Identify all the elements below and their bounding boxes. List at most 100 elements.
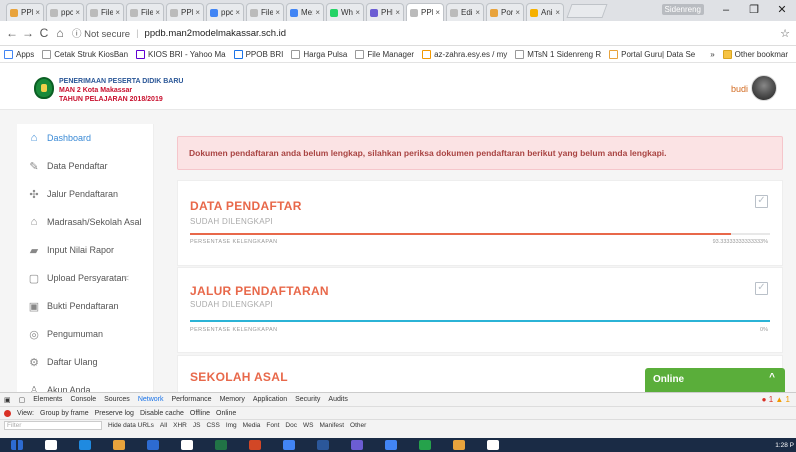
devtools-tab-elements[interactable]: Elements bbox=[33, 396, 62, 403]
network-toolbar-option[interactable]: Disable cache bbox=[140, 410, 184, 417]
taskbar-app-icon[interactable] bbox=[283, 440, 295, 450]
browser-tab[interactable]: PHI × bbox=[366, 3, 404, 21]
browser-tab[interactable]: Por × bbox=[486, 3, 524, 21]
taskbar-app-icon[interactable] bbox=[113, 440, 125, 450]
browser-tab[interactable]: ppc × bbox=[206, 3, 244, 21]
browser-tab[interactable]: File × bbox=[246, 3, 284, 21]
devtools-tab-sources[interactable]: Sources bbox=[104, 396, 130, 403]
browser-tab[interactable]: File × bbox=[86, 3, 124, 21]
taskbar-app-icon[interactable] bbox=[181, 440, 193, 450]
avatar[interactable] bbox=[751, 75, 777, 101]
network-filter-type[interactable]: Manifest bbox=[319, 422, 344, 429]
network-filter-type[interactable]: Other bbox=[350, 422, 366, 429]
browser-tab[interactable]: Edi × bbox=[446, 3, 484, 21]
taskbar-app-icon[interactable] bbox=[317, 440, 329, 450]
taskbar-app-icon[interactable] bbox=[385, 440, 397, 450]
sidebar-item-data-pendaftar[interactable]: ✎ Data Pendaftar bbox=[17, 152, 153, 180]
bookmark-item[interactable]: Apps bbox=[4, 49, 34, 59]
tab-close-icon[interactable]: × bbox=[435, 8, 440, 17]
not-secure-indicator[interactable]: ⓘ Not secure bbox=[72, 26, 130, 40]
bookmark-item[interactable]: MTsN 1 Sidenreng R bbox=[515, 49, 601, 59]
browser-tab[interactable]: PPI × bbox=[6, 3, 44, 21]
network-toolbar-option[interactable]: Group by frame bbox=[40, 410, 89, 417]
browser-tab[interactable]: PPI × bbox=[166, 3, 204, 21]
network-filter-type[interactable]: Font bbox=[266, 422, 279, 429]
taskbar-app-icon[interactable] bbox=[419, 440, 431, 450]
network-toolbar-option[interactable]: Preserve log bbox=[95, 410, 134, 417]
tab-close-icon[interactable]: × bbox=[315, 8, 320, 17]
sidebar-item-bukti-pendaftaran[interactable]: ▣ Bukti Pendaftaran bbox=[17, 292, 153, 320]
bookmark-item[interactable]: az-zahra.esy.es / my bbox=[422, 49, 507, 59]
devtools-tab-application[interactable]: Application bbox=[253, 396, 287, 403]
back-button[interactable]: ← bbox=[4, 26, 20, 40]
network-filter-type[interactable]: Img bbox=[226, 422, 237, 429]
bookmark-item[interactable]: Portal Guru| Data Se bbox=[609, 49, 695, 59]
browser-tab[interactable]: Ani × bbox=[526, 3, 564, 21]
taskbar-app-icon[interactable] bbox=[453, 440, 465, 450]
reload-button[interactable]: C bbox=[36, 26, 52, 40]
devtools-dock-icon[interactable]: ▢ bbox=[19, 396, 26, 404]
bookmark-item[interactable]: PPOB BRI bbox=[233, 49, 283, 59]
bookmark-star-icon[interactable]: ☆ bbox=[774, 27, 796, 40]
minimize-button[interactable]: – bbox=[712, 0, 740, 21]
bookmark-item[interactable]: File Manager bbox=[355, 49, 414, 59]
devtools-dock-icon[interactable]: ▣ bbox=[4, 396, 11, 404]
online-chat-widget[interactable]: Online ^ bbox=[645, 368, 785, 392]
window-user-badge[interactable]: Sidenreng bbox=[661, 4, 704, 15]
network-filter-type[interactable]: Hide data URLs bbox=[108, 422, 154, 429]
bookmarks-more-button[interactable]: » bbox=[710, 50, 714, 59]
chevron-up-icon[interactable]: ^ bbox=[769, 372, 775, 383]
network-filter-type[interactable]: WS bbox=[303, 422, 313, 429]
network-filter-type[interactable]: CSS bbox=[206, 422, 219, 429]
taskbar-app-icon[interactable] bbox=[11, 440, 23, 450]
taskbar-app-icon[interactable] bbox=[45, 440, 57, 450]
network-filter-input[interactable]: Filter bbox=[4, 421, 102, 430]
devtools-issue-counts[interactable]: ● 1 ▲ 1 bbox=[762, 395, 790, 404]
network-filter-type[interactable]: XHR bbox=[173, 422, 187, 429]
devtools-tab-console[interactable]: Console bbox=[70, 396, 96, 403]
network-toolbar-option[interactable]: View: bbox=[17, 410, 34, 417]
devtools-tab-security[interactable]: Security bbox=[295, 396, 320, 403]
bookmark-item[interactable]: Cetak Struk KiosBan bbox=[42, 49, 128, 59]
close-window-button[interactable]: ✕ bbox=[768, 0, 796, 21]
taskbar-app-icon[interactable] bbox=[351, 440, 363, 450]
tab-close-icon[interactable]: × bbox=[355, 8, 360, 17]
tab-close-icon[interactable]: × bbox=[35, 8, 40, 17]
browser-tab[interactable]: Me: × bbox=[286, 3, 324, 21]
url-field[interactable]: ⓘ Not secure | ppdb.man2modelmakassar.sc… bbox=[72, 24, 774, 42]
bookmark-item[interactable]: KIOS BRI - Yahoo Ma bbox=[136, 49, 226, 59]
devtools-tab-network[interactable]: Network bbox=[138, 396, 164, 403]
sidebar-item-jalur-pendaftaran[interactable]: ✣ Jalur Pendaftaran bbox=[17, 180, 153, 208]
tab-close-icon[interactable]: × bbox=[475, 8, 480, 17]
network-toolbar-option[interactable]: Offline bbox=[190, 410, 210, 417]
tab-close-icon[interactable]: × bbox=[235, 8, 240, 17]
devtools-tab-audits[interactable]: Audits bbox=[328, 396, 347, 403]
tab-close-icon[interactable]: × bbox=[75, 8, 80, 17]
tab-close-icon[interactable]: × bbox=[555, 8, 560, 17]
bookmark-item[interactable]: Harga Pulsa bbox=[291, 49, 347, 59]
tab-close-icon[interactable]: × bbox=[275, 8, 280, 17]
network-filter-type[interactable]: Doc bbox=[285, 422, 297, 429]
site-brand[interactable]: PENERIMAAN PESERTA DIDIK BARU MAN 2 Kota… bbox=[59, 77, 183, 104]
sidebar-item-madrasah-sekolah-asal[interactable]: ⌂ Madrasah/Sekolah Asal bbox=[17, 208, 153, 236]
sidebar-item-daftar-ulang[interactable]: ⚙ Daftar Ulang bbox=[17, 348, 153, 376]
taskbar-app-icon[interactable] bbox=[249, 440, 261, 450]
tab-close-icon[interactable]: × bbox=[115, 8, 120, 17]
username-label[interactable]: budi bbox=[731, 84, 748, 94]
forward-button[interactable]: → bbox=[20, 26, 36, 40]
home-button[interactable]: ⌂ bbox=[52, 26, 68, 40]
browser-tab[interactable]: PPI × bbox=[406, 3, 444, 21]
tab-close-icon[interactable]: × bbox=[155, 8, 160, 17]
new-tab-button[interactable] bbox=[566, 3, 608, 18]
tab-close-icon[interactable]: × bbox=[395, 8, 400, 17]
taskbar-app-icon[interactable] bbox=[487, 440, 499, 450]
devtools-tab-memory[interactable]: Memory bbox=[220, 396, 245, 403]
network-filter-type[interactable]: All bbox=[160, 422, 167, 429]
taskbar-app-icon[interactable] bbox=[215, 440, 227, 450]
network-toolbar-option[interactable]: Online bbox=[216, 410, 236, 417]
sidebar-item-dashboard[interactable]: ⌂ Dashboard bbox=[17, 124, 153, 152]
network-filter-type[interactable]: Media bbox=[243, 422, 261, 429]
taskbar-app-icon[interactable] bbox=[79, 440, 91, 450]
taskbar-app-icon[interactable] bbox=[147, 440, 159, 450]
maximize-button[interactable]: ❐ bbox=[740, 0, 768, 21]
